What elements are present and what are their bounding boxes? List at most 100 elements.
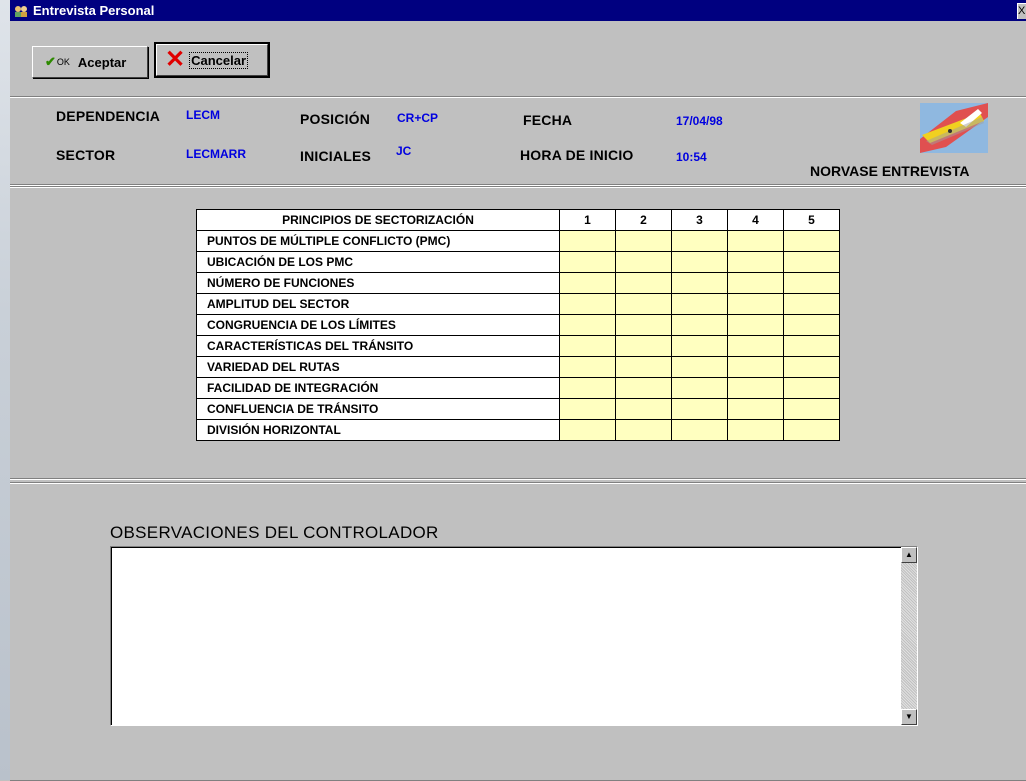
score-cell-3[interactable] bbox=[671, 293, 728, 315]
criteria-header: PRINCIPIOS DE SECTORIZACIÓN bbox=[196, 209, 560, 231]
score-cell-5[interactable] bbox=[783, 356, 840, 378]
score-cell-3[interactable] bbox=[671, 356, 728, 378]
observations-scrollbar[interactable]: ▲ ▼ bbox=[901, 547, 917, 725]
score-cell-3[interactable] bbox=[671, 335, 728, 357]
score-cell-4[interactable] bbox=[727, 314, 784, 336]
sector-label: SECTOR bbox=[56, 147, 116, 163]
score-cell-2[interactable] bbox=[615, 398, 672, 420]
observations-textarea[interactable]: ▲ ▼ bbox=[110, 546, 918, 726]
table-row: CONFLUENCIA DE TRÁNSITO bbox=[196, 398, 840, 420]
accept-button[interactable]: ✔ OK Aceptar bbox=[32, 46, 148, 78]
score-cell-5[interactable] bbox=[783, 335, 840, 357]
score-cell-1[interactable] bbox=[559, 230, 616, 252]
score-cell-5[interactable] bbox=[783, 419, 840, 441]
score-cell-2[interactable] bbox=[615, 356, 672, 378]
title-bar[interactable]: Entrevista Personal X bbox=[10, 0, 1026, 21]
criterion-label: UBICACIÓN DE LOS PMC bbox=[196, 251, 560, 273]
fecha-label: FECHA bbox=[523, 112, 573, 128]
score-header-3: 3 bbox=[671, 209, 728, 231]
table-row: CARACTERÍSTICAS DEL TRÁNSITO bbox=[196, 335, 840, 357]
table-row: AMPLITUD DEL SECTOR bbox=[196, 293, 840, 315]
score-cell-5[interactable] bbox=[783, 377, 840, 399]
score-cell-3[interactable] bbox=[671, 251, 728, 273]
score-cell-5[interactable] bbox=[783, 293, 840, 315]
score-cell-4[interactable] bbox=[727, 272, 784, 294]
accept-button-label: Aceptar bbox=[77, 54, 127, 70]
score-cell-2[interactable] bbox=[615, 230, 672, 252]
score-cell-1[interactable] bbox=[559, 419, 616, 441]
score-cell-5[interactable] bbox=[783, 272, 840, 294]
cancel-button-label: Cancelar bbox=[189, 51, 249, 69]
score-header-4: 4 bbox=[727, 209, 784, 231]
score-cell-3[interactable] bbox=[671, 272, 728, 294]
brand-label: NORVASE ENTREVISTA bbox=[810, 163, 970, 179]
score-cell-3[interactable] bbox=[671, 230, 728, 252]
table-row: PUNTOS DE MÚLTIPLE CONFLICTO (PMC) bbox=[196, 230, 840, 252]
table-header-row: PRINCIPIOS DE SECTORIZACIÓN 1 2 3 4 5 bbox=[196, 209, 840, 231]
toolbar: ✔ OK Aceptar ✕ Cancelar bbox=[10, 21, 1026, 89]
criterion-label: CONFLUENCIA DE TRÁNSITO bbox=[196, 398, 560, 420]
score-cell-5[interactable] bbox=[783, 230, 840, 252]
dependencia-value: LECM bbox=[186, 108, 220, 122]
table-row: CONGRUENCIA DE LOS LÍMITES bbox=[196, 314, 840, 336]
score-cell-2[interactable] bbox=[615, 377, 672, 399]
observations-panel: OBSERVACIONES DEL CONTROLADOR ▲ ▼ bbox=[10, 482, 1026, 781]
sectorization-panel: PRINCIPIOS DE SECTORIZACIÓN 1 2 3 4 5 PU… bbox=[10, 186, 1026, 480]
score-cell-4[interactable] bbox=[727, 293, 784, 315]
window: Entrevista Personal X ✔ OK Aceptar ✕ Canc… bbox=[10, 0, 1026, 780]
desktop-background bbox=[0, 0, 10, 780]
hora-value: 10:54 bbox=[676, 150, 707, 164]
table-row: DIVISIÓN HORIZONTAL bbox=[196, 419, 840, 441]
table-row: NÚMERO DE FUNCIONES bbox=[196, 272, 840, 294]
score-header-5: 5 bbox=[783, 209, 840, 231]
score-cell-1[interactable] bbox=[559, 272, 616, 294]
score-cell-2[interactable] bbox=[615, 293, 672, 315]
close-button[interactable]: X bbox=[1017, 3, 1026, 19]
score-cell-1[interactable] bbox=[559, 251, 616, 273]
score-cell-2[interactable] bbox=[615, 251, 672, 273]
window-title: Entrevista Personal bbox=[33, 3, 155, 18]
score-cell-1[interactable] bbox=[559, 398, 616, 420]
score-cell-1[interactable] bbox=[559, 377, 616, 399]
score-cell-1[interactable] bbox=[559, 314, 616, 336]
score-cell-4[interactable] bbox=[727, 419, 784, 441]
cancel-button[interactable]: ✕ Cancelar bbox=[154, 42, 270, 78]
interview-header-panel: DEPENDENCIA LECM POSICIÓN CR+CP FECHA 17… bbox=[10, 96, 1026, 186]
score-cell-1[interactable] bbox=[559, 356, 616, 378]
score-cell-3[interactable] bbox=[671, 314, 728, 336]
criterion-label: NÚMERO DE FUNCIONES bbox=[196, 272, 560, 294]
score-cell-3[interactable] bbox=[671, 419, 728, 441]
app-icon bbox=[13, 3, 29, 19]
score-cell-4[interactable] bbox=[727, 398, 784, 420]
criterion-label: VARIEDAD DEL RUTAS bbox=[196, 356, 560, 378]
scroll-up-icon[interactable]: ▲ bbox=[901, 547, 917, 563]
criterion-label: CARACTERÍSTICAS DEL TRÁNSITO bbox=[196, 335, 560, 357]
dependencia-label: DEPENDENCIA bbox=[56, 108, 161, 124]
score-cell-4[interactable] bbox=[727, 230, 784, 252]
score-cell-1[interactable] bbox=[559, 335, 616, 357]
posicion-label: POSICIÓN bbox=[300, 111, 371, 127]
score-cell-1[interactable] bbox=[559, 293, 616, 315]
score-cell-3[interactable] bbox=[671, 398, 728, 420]
score-cell-4[interactable] bbox=[727, 377, 784, 399]
score-header-2: 2 bbox=[615, 209, 672, 231]
score-cell-2[interactable] bbox=[615, 419, 672, 441]
iniciales-value: JC bbox=[396, 144, 412, 158]
criterion-label: DIVISIÓN HORIZONTAL bbox=[196, 419, 560, 441]
checkmark-icon: ✔ OK bbox=[45, 54, 70, 69]
score-cell-5[interactable] bbox=[783, 251, 840, 273]
score-cell-5[interactable] bbox=[783, 314, 840, 336]
score-cell-4[interactable] bbox=[727, 251, 784, 273]
sectorization-table: PRINCIPIOS DE SECTORIZACIÓN 1 2 3 4 5 PU… bbox=[196, 209, 840, 441]
score-cell-4[interactable] bbox=[727, 356, 784, 378]
posicion-value: CR+CP bbox=[397, 111, 439, 125]
score-cell-2[interactable] bbox=[615, 335, 672, 357]
score-cell-4[interactable] bbox=[727, 335, 784, 357]
table-row: UBICACIÓN DE LOS PMC bbox=[196, 251, 840, 273]
scroll-down-icon[interactable]: ▼ bbox=[901, 709, 917, 725]
score-cell-3[interactable] bbox=[671, 377, 728, 399]
score-cell-2[interactable] bbox=[615, 314, 672, 336]
score-cell-2[interactable] bbox=[615, 272, 672, 294]
cancel-x-icon: ✕ bbox=[165, 46, 186, 73]
score-cell-5[interactable] bbox=[783, 398, 840, 420]
